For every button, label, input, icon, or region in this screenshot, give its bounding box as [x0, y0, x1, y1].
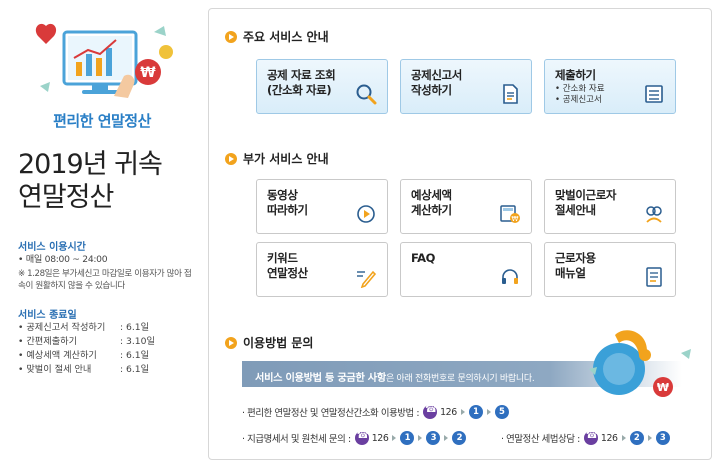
service-panel: 주요 서비스 안내 공제 자료 조회 (간소화 자료) 공제신고서 작성하기 제… — [208, 8, 712, 460]
bullet-icon — [225, 30, 237, 43]
arrow-icon — [392, 435, 397, 441]
end-date-value: : 6.1일 — [120, 364, 150, 375]
inquiry-banner-bold: 서비스 이용방법 등 궁금한 사항 — [255, 373, 386, 384]
card-label: 제출하기 — [555, 68, 596, 82]
inquiry-line-1: · 편리한 연말정산 및 연말정산간소화 이용방법 : 126 1 5 — [242, 404, 509, 419]
search-icon — [356, 84, 377, 105]
submit-icon — [645, 85, 663, 103]
arrow-icon — [621, 435, 626, 441]
inquiry-heading: 이용방법 문의 — [225, 334, 313, 351]
page-title-line2: 연말정산 — [18, 182, 114, 213]
headset-icon — [502, 269, 518, 284]
document-icon — [503, 84, 518, 104]
inquiry-banner-rest: 은 아래 전화번호로 문의하시기 바랍니다. — [385, 374, 535, 384]
main-services-heading: 주요 서비스 안내 — [225, 28, 329, 45]
step-number: 3 — [655, 431, 670, 445]
extra-services-heading-text: 부가 서비스 안내 — [243, 152, 329, 166]
step-number: 5 — [494, 405, 509, 419]
step-number: 1 — [400, 431, 415, 445]
step-number: 2 — [629, 431, 644, 445]
write-deduction-form-button[interactable]: 공제신고서 작성하기 — [400, 59, 532, 114]
end-date-row: 예상세액 계산하기: 6.1일 — [18, 349, 198, 363]
step-number: 1 — [468, 405, 483, 419]
arrow-icon — [486, 409, 491, 415]
end-date-list: 공제신고서 작성하기: 6.1일 간편제출하기: 3.10일 예상세액 계산하기… — [18, 321, 198, 377]
hero-subtitle: 편리한 연말정산 — [53, 112, 151, 130]
arrow-icon — [647, 435, 652, 441]
card-label: FAQ — [411, 251, 436, 265]
inquiry-line-3-label: · 연말정산 세법상담 : — [501, 434, 580, 445]
arrow-icon — [460, 409, 465, 415]
step-number: 3 — [426, 431, 441, 445]
extra-services-heading: 부가 서비스 안내 — [225, 150, 329, 167]
hero-illustration: ₩ — [35, 23, 173, 98]
manual-icon — [646, 267, 662, 287]
phone-icon — [354, 430, 369, 445]
end-date-row: 맞벌이 절세 안내: 6.1일 — [18, 363, 198, 377]
page-title-line1: 2019년 귀속 — [18, 149, 163, 180]
inquiry-line-2: · 지급명세서 및 원천세 문의 : 126 1 3 2 — [242, 430, 467, 445]
hours-note: ※ 1.28일은 부가세신고 마감일로 이용자가 많아 접속이 원활하지 않을 … — [18, 269, 192, 291]
phone-icon — [583, 430, 598, 445]
end-date-heading: 서비스 종료일 — [18, 310, 77, 321]
inquiry-banner-text: 서비스 이용방법 등 궁금한 사항은 아래 전화번호로 문의하시기 바랍니다. — [255, 369, 535, 384]
dual-income-guide-button[interactable]: 맞벌이근로자 절세안내 — [544, 179, 676, 234]
phone-number: 126 — [371, 432, 389, 444]
left-panel: ₩ 편리한 연말정산 2019년 귀속 연말정산 서비스 이용시간 • 매일 0… — [0, 0, 200, 468]
page-title: 2019년 귀속 연말정산 — [18, 148, 198, 214]
tax-estimate-button[interactable]: 예상세액 계산하기 ₩ — [400, 179, 532, 234]
calculator-icon: ₩ — [500, 205, 520, 223]
svg-text:₩: ₩ — [140, 65, 156, 81]
bullet-icon — [225, 152, 237, 165]
main-services-heading-text: 주요 서비스 안내 — [243, 30, 329, 44]
faq-button[interactable]: FAQ — [400, 242, 532, 297]
phone-number: 126 — [600, 432, 618, 444]
keyword-button[interactable]: 키워드 연말정산 — [256, 242, 388, 297]
worker-manual-button[interactable]: 근로자용 매뉴얼 — [544, 242, 676, 297]
submit-button[interactable]: 제출하기 간소화 자료 공제신고서 — [544, 59, 676, 114]
inquiry-line-3: · 연말정산 세법상담 : 126 2 3 — [501, 430, 670, 445]
step-number: 2 — [452, 431, 467, 445]
phone-number: 126 — [440, 406, 457, 418]
arrow-icon — [418, 435, 423, 441]
video-tutorial-button[interactable]: 동영상 따라하기 — [256, 179, 388, 234]
phone-icon — [423, 404, 437, 419]
hours-heading: 서비스 이용시간 — [18, 242, 86, 253]
end-date-row: 간편제출하기: 3.10일 — [18, 335, 198, 349]
end-date-name: 공제신고서 작성하기 — [18, 321, 120, 335]
inquiry-line-2-label: · 지급명세서 및 원천세 문의 : — [242, 434, 351, 445]
hours-text: • 매일 08:00 ~ 24:00 — [18, 254, 108, 265]
end-date-name: 맞벌이 절세 안내 — [18, 363, 120, 377]
deduction-lookup-button[interactable]: 공제 자료 조회 (간소화 자료) — [256, 59, 388, 114]
end-date-name: 간편제출하기 — [18, 335, 120, 349]
support-illustration: ₩ — [589, 330, 691, 397]
couple-icon — [646, 206, 662, 223]
end-date-row: 공제신고서 작성하기: 6.1일 — [18, 321, 198, 335]
end-date-name: 예상세액 계산하기 — [18, 349, 120, 363]
pencil-icon — [357, 270, 377, 288]
svg-text:₩: ₩ — [657, 381, 669, 394]
arrow-icon — [444, 435, 449, 441]
end-date-value: : 6.1일 — [120, 322, 150, 333]
inquiry-line-1-label: · 편리한 연말정산 및 연말정산간소화 이용방법 : — [242, 408, 420, 419]
play-icon — [357, 205, 375, 223]
svg-text:₩: ₩ — [512, 215, 519, 223]
end-date-value: : 6.1일 — [120, 350, 150, 361]
inquiry-heading-text: 이용방법 문의 — [243, 336, 314, 350]
bullet-icon — [225, 336, 237, 349]
end-date-value: : 3.10일 — [120, 336, 155, 347]
